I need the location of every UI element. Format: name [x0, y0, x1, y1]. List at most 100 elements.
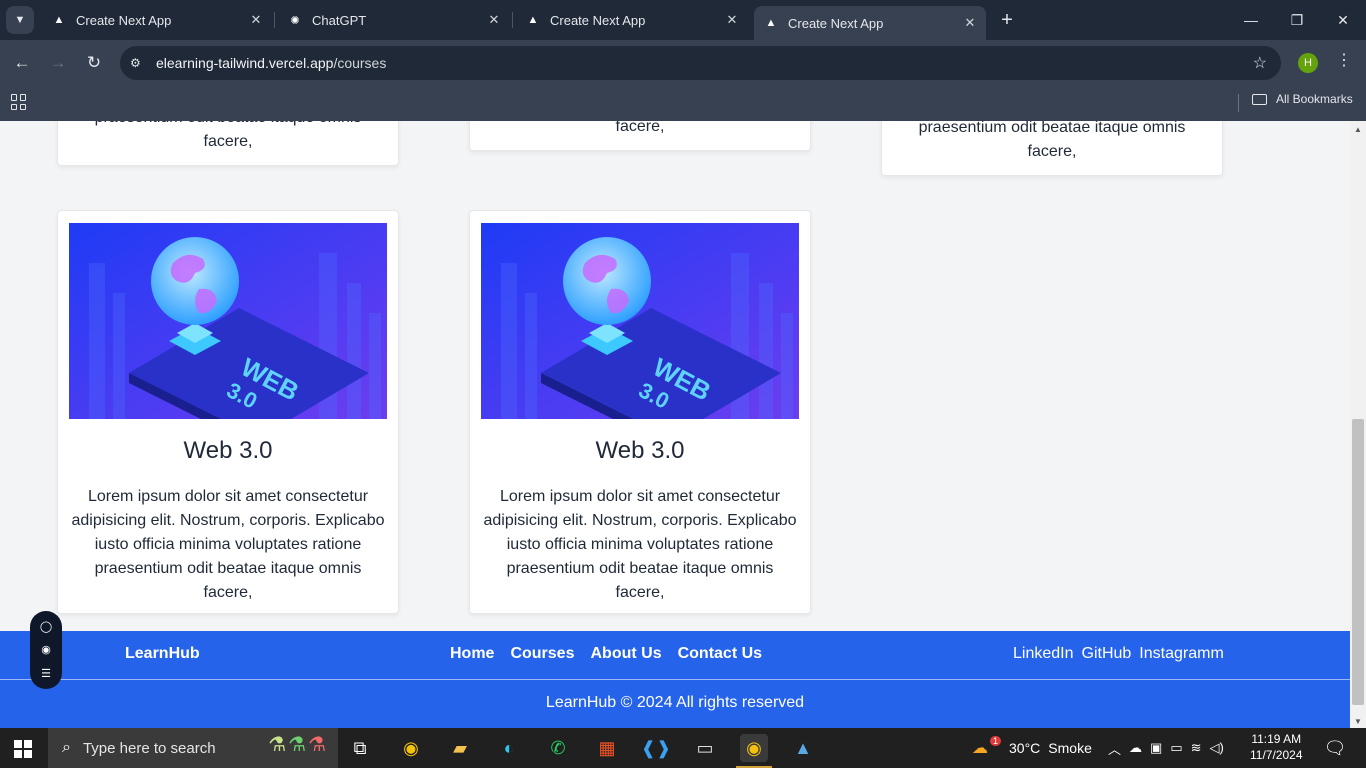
tab-4-active[interactable]: ▲ Create Next App ✕	[754, 6, 986, 40]
bookmarks-divider	[1238, 94, 1239, 112]
tab-title: ChatGPT	[312, 12, 367, 28]
volume-icon[interactable]: ◁)	[1210, 740, 1224, 756]
menu-icon[interactable]: ☰	[41, 667, 51, 680]
tab-title: Create Next App	[550, 12, 646, 28]
tab-divider	[274, 12, 275, 28]
edge-icon[interactable]: ◐	[495, 734, 523, 762]
vscode-icon[interactable]: ❰❱	[641, 734, 671, 762]
footer-link-about[interactable]: About Us	[590, 645, 661, 663]
bookmarks-bar: All Bookmarks	[0, 86, 1366, 121]
terminal-icon[interactable]: ▭	[691, 734, 719, 762]
url-host: elearning-tailwind.vercel.app	[156, 55, 334, 71]
eye-icon[interactable]: ◉	[41, 643, 51, 656]
description-line: facere,	[203, 133, 253, 150]
whatsapp-icon[interactable]: ✆	[544, 734, 572, 762]
close-icon[interactable]: ✕	[724, 12, 740, 28]
file-explorer-icon[interactable]: ▰	[446, 734, 474, 762]
site-info-icon[interactable]: ⚙	[130, 56, 148, 70]
apps-grid-icon[interactable]	[11, 94, 27, 110]
chrome-icon[interactable]: ◉	[397, 734, 425, 762]
arrow-right-icon: →	[49, 53, 67, 72]
close-window-button[interactable]: ✕	[1320, 0, 1366, 40]
description-line: facere,	[1027, 143, 1077, 160]
course-card[interactable]: WEB 3.0 Web 3.0 Lorem ipsum dolor sit am…	[469, 210, 811, 614]
microsoft-store-icon[interactable]: ▦	[593, 734, 621, 762]
close-icon[interactable]: ✕	[248, 12, 264, 28]
tab-search-button[interactable]: ▼	[6, 6, 34, 34]
all-bookmarks-button[interactable]: All Bookmarks	[1252, 92, 1353, 106]
chevron-down-icon: ▼	[14, 14, 26, 26]
course-description: Lorem ipsum dolor sit amet consectetur a…	[71, 488, 385, 601]
footer-nav: Home Courses About Us Contact Us	[450, 645, 762, 663]
windows-taskbar: ⌕ Type here to search ⚗ ⚗ ⚗ ⧉ ◉ ▰ ◐ ✆ ▦ ❰❱…	[0, 728, 1366, 768]
taskbar-search[interactable]: ⌕ Type here to search ⚗ ⚗ ⚗	[48, 728, 338, 768]
address-bar[interactable]: ⚙ elearning-tailwind.vercel.app/courses …	[120, 46, 1281, 80]
meet-now-icon[interactable]: ▣	[1150, 740, 1162, 756]
nextjs-icon: ▲	[527, 14, 539, 26]
minimize-button[interactable]: —	[1228, 0, 1274, 40]
social-link-instagram[interactable]: Instagramm	[1139, 645, 1223, 663]
course-card-partial: facere,	[469, 121, 811, 151]
description-line: facere,	[615, 121, 665, 135]
scrollbar-thumb[interactable]	[1352, 419, 1364, 705]
profile-avatar[interactable]: H	[1298, 53, 1318, 73]
task-view-icon[interactable]: ⧉	[346, 734, 374, 762]
site-footer: LearnHub Home Courses About Us Contact U…	[0, 631, 1350, 728]
minimize-icon: —	[1244, 12, 1258, 28]
tab-title: Create Next App	[76, 12, 172, 28]
chevron-up-icon[interactable]: ︿	[1108, 739, 1121, 758]
forward-button[interactable]: →	[43, 48, 73, 78]
page-scrollbar[interactable]: ▲ ▼	[1350, 121, 1366, 728]
tab-title: Create Next App	[788, 15, 884, 31]
onedrive-icon[interactable]: ☁	[1129, 740, 1142, 756]
weather-widget[interactable]: ☁ 1 30°C Smoke	[972, 728, 1092, 768]
chrome-active-icon[interactable]: ◉	[736, 734, 772, 768]
social-link-github[interactable]: GitHub	[1082, 645, 1132, 663]
footer-link-contact[interactable]: Contact Us	[678, 645, 762, 663]
scroll-up-icon[interactable]: ▲	[1350, 125, 1366, 134]
nextjs-icon: ▲	[53, 14, 65, 26]
notifications-icon[interactable]: 🗨	[1321, 734, 1349, 762]
more-menu-icon[interactable]: ⋮	[1334, 50, 1354, 70]
search-icon: ⌕	[62, 739, 71, 756]
course-description: Lorem ipsum dolor sit amet consectetur a…	[483, 488, 797, 601]
tab-2[interactable]: ✺ ChatGPT ✕	[278, 4, 510, 36]
taskbar-clock[interactable]: 11:19 AM 11/7/2024	[1250, 731, 1303, 763]
footer-link-courses[interactable]: Courses	[510, 645, 574, 663]
chat-bubble-icon[interactable]: ◯	[40, 620, 52, 633]
windows-start-icon[interactable]	[14, 740, 32, 758]
description-line: praesentium odit beatae itaque omnis	[918, 121, 1186, 136]
tab-1[interactable]: ▲ Create Next App ✕	[42, 4, 272, 36]
social-link-linkedin[interactable]: LinkedIn	[1013, 645, 1074, 663]
scroll-down-icon[interactable]: ▼	[1350, 717, 1366, 726]
nextjs-icon: ▲	[765, 17, 777, 29]
reload-button[interactable]: ↻	[79, 48, 109, 78]
wifi-icon[interactable]: ≋	[1191, 740, 1202, 756]
course-description: praesentium odit beatae itaque omnis fac…	[882, 121, 1222, 164]
battery-icon[interactable]: ▭	[1170, 740, 1182, 756]
close-icon[interactable]: ✕	[962, 15, 978, 31]
plus-icon: +	[1001, 8, 1013, 31]
course-card[interactable]: WEB 3.0 Web 3.0 Lorem ipsum dolor sit am…	[57, 210, 399, 614]
arrow-left-icon: ←	[13, 53, 31, 72]
course-card-partial: praesentium odit beatae itaque omnis fac…	[881, 121, 1223, 176]
photos-icon[interactable]: ▲	[789, 734, 817, 762]
url-text: elearning-tailwind.vercel.app/courses	[156, 55, 386, 71]
close-icon[interactable]: ✕	[486, 12, 502, 28]
new-tab-button[interactable]: +	[996, 8, 1018, 32]
reload-icon: ↻	[86, 53, 102, 72]
footer-link-home[interactable]: Home	[450, 645, 494, 663]
course-card-partial: praesentium odit beatae itaque omnis fac…	[57, 121, 399, 166]
weather-text: Smoke	[1048, 740, 1092, 756]
footer-brand[interactable]: LearnHub	[125, 645, 200, 663]
floating-toolbar: ◯ ◉ ☰	[30, 611, 62, 689]
description-line: praesentium odit beatae itaque omnis	[58, 121, 398, 130]
browser-toolbar: ← → ↻ ⚙ elearning-tailwind.vercel.app/co…	[0, 40, 1366, 86]
close-icon: ✕	[1337, 11, 1349, 28]
chatgpt-icon: ✺	[290, 14, 300, 27]
star-icon[interactable]: ☆	[1253, 53, 1267, 73]
search-highlight-icon: ⚗ ⚗ ⚗	[268, 734, 326, 756]
restore-button[interactable]: ❐	[1274, 0, 1320, 40]
tab-3[interactable]: ▲ Create Next App ✕	[516, 4, 748, 36]
back-button[interactable]: ←	[7, 48, 37, 78]
